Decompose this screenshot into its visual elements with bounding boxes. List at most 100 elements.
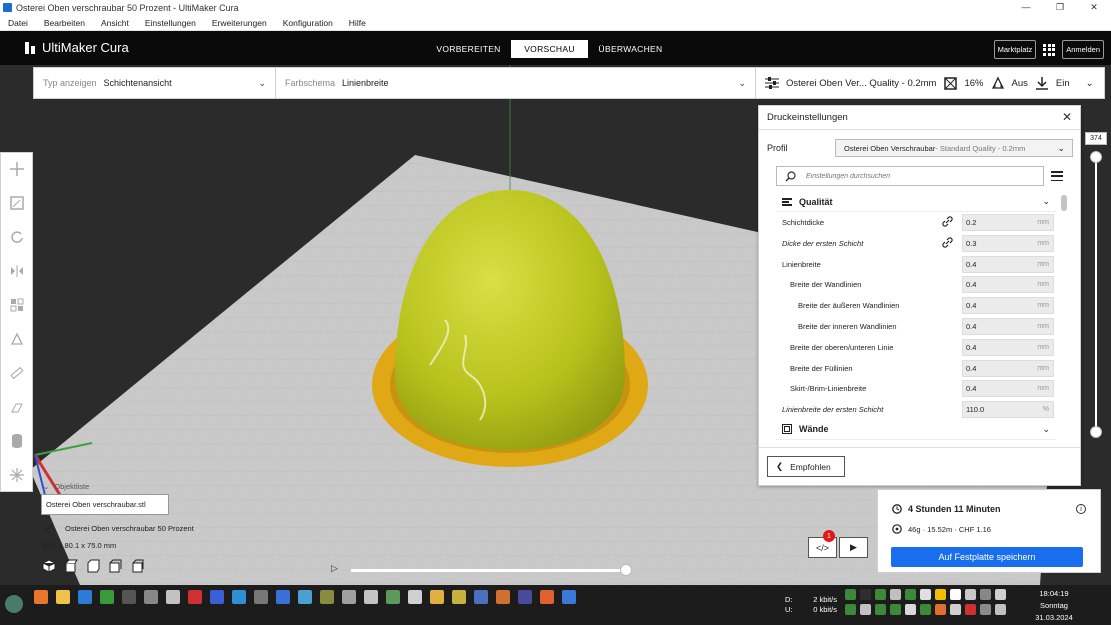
- taskbar-app-icon[interactable]: [56, 590, 70, 604]
- taskbar-app-icon[interactable]: [342, 590, 356, 604]
- gcode-button[interactable]: </> 1: [808, 530, 837, 558]
- view-front-icon[interactable]: [64, 559, 78, 573]
- settings-search-input[interactable]: [806, 172, 1006, 180]
- menu-konfiguration[interactable]: Konfiguration: [275, 18, 341, 28]
- profile-select[interactable]: Osterei Oben Verschraubar - Standard Qua…: [835, 139, 1073, 157]
- tray-icon[interactable]: [950, 604, 961, 615]
- taskbar-app-icon[interactable]: [320, 590, 334, 604]
- view-left-icon[interactable]: [108, 559, 122, 573]
- save-to-disk-button[interactable]: Auf Festplatte speichern: [891, 547, 1083, 567]
- start-icon[interactable]: [5, 595, 23, 613]
- path-slider-track[interactable]: [351, 569, 626, 572]
- taskbar-app-icon[interactable]: [452, 590, 466, 604]
- measure-icon[interactable]: [7, 363, 27, 383]
- tray-icon[interactable]: [950, 589, 961, 600]
- scale-tool-icon[interactable]: [7, 193, 27, 213]
- tray-icon[interactable]: [875, 589, 886, 600]
- support-blocker-icon[interactable]: [7, 329, 27, 349]
- paint-icon[interactable]: [7, 397, 27, 417]
- taskbar-clock[interactable]: 18:04:19 Sonntag 31.03.2024: [1031, 588, 1077, 624]
- play-icon[interactable]: ▷: [331, 563, 338, 574]
- setting-value-field[interactable]: 110.0%: [962, 401, 1054, 419]
- marketplace-button[interactable]: Marktplatz: [993, 40, 1037, 59]
- view-right-icon[interactable]: [130, 559, 144, 573]
- recommended-button[interactable]: ❮ Empfohlen: [767, 456, 845, 477]
- setting-value-field[interactable]: 0.4 mm: [962, 255, 1054, 273]
- tray-icon[interactable]: [890, 604, 901, 615]
- tray-icon[interactable]: [980, 589, 991, 600]
- arrange-icon[interactable]: [7, 465, 27, 485]
- category-walls[interactable]: Wände ⌄: [776, 420, 1056, 440]
- menu-hilfe[interactable]: Hilfe: [341, 18, 374, 28]
- tray-icon[interactable]: [980, 604, 991, 615]
- tray-icon[interactable]: [965, 604, 976, 615]
- setting-value-field[interactable]: 0.2 mm: [962, 214, 1054, 231]
- print-settings-summary[interactable]: Osterei Oben Ver... Quality - 0.2mm 16% …: [756, 68, 1104, 98]
- object-name-row[interactable]: Osterei Oben verschraubar 50 Prozent: [44, 523, 194, 533]
- setting-value-field[interactable]: 0.4 mm: [962, 380, 1054, 398]
- menu-erweiterungen[interactable]: Erweiterungen: [204, 18, 275, 28]
- category-quality[interactable]: Qualität ⌄: [776, 192, 1056, 212]
- minimize-icon[interactable]: —: [1009, 0, 1043, 15]
- taskbar-app-icon[interactable]: [122, 590, 136, 604]
- info-icon[interactable]: i: [1076, 504, 1086, 514]
- play-preview-button[interactable]: ▶: [839, 537, 868, 558]
- per-model-settings-icon[interactable]: [7, 295, 27, 315]
- tray-icon[interactable]: [995, 604, 1006, 615]
- taskbar-app-icon[interactable]: [496, 590, 510, 604]
- taskbar-app-icon[interactable]: [408, 590, 422, 604]
- close-icon[interactable]: ✕: [1077, 0, 1111, 15]
- tray-icon[interactable]: [920, 604, 931, 615]
- taskbar-app-icon[interactable]: [34, 590, 48, 604]
- tray-icon[interactable]: [935, 604, 946, 615]
- object-list-header[interactable]: ⌄ Objektliste: [43, 482, 89, 491]
- taskbar-app-icon[interactable]: [562, 590, 576, 604]
- taskbar-app-icon[interactable]: [100, 590, 114, 604]
- view-type-select[interactable]: Typ anzeigen Schichtenansicht ⌄: [34, 68, 276, 98]
- rotate-tool-icon[interactable]: [7, 227, 27, 247]
- taskbar-app-icon[interactable]: [276, 590, 290, 604]
- taskbar-app-icon[interactable]: [166, 590, 180, 604]
- mirror-tool-icon[interactable]: [7, 261, 27, 281]
- tab-vorbereiten[interactable]: VORBEREITEN: [430, 40, 507, 58]
- menu-ansicht[interactable]: Ansicht: [93, 18, 137, 28]
- tray-icon[interactable]: [905, 604, 916, 615]
- path-slider-handle[interactable]: [620, 564, 632, 576]
- setting-value-field[interactable]: 0.4 mm: [962, 276, 1054, 294]
- settings-menu-icon[interactable]: [1051, 171, 1063, 181]
- tray-icon[interactable]: [995, 589, 1006, 600]
- move-tool-icon[interactable]: [7, 159, 27, 179]
- tray-icon[interactable]: [920, 589, 931, 600]
- color-scheme-select[interactable]: Farbschema Linienbreite ⌄: [276, 68, 756, 98]
- taskbar-app-icon[interactable]: [188, 590, 202, 604]
- tray-icon[interactable]: [845, 604, 856, 615]
- tray-icon[interactable]: [905, 589, 916, 600]
- taskbar-app-icon[interactable]: [254, 590, 268, 604]
- taskbar-app-icon[interactable]: [232, 590, 246, 604]
- tray-icon[interactable]: [890, 589, 901, 600]
- layer-number-field[interactable]: 374: [1085, 132, 1107, 145]
- tray-icon[interactable]: [965, 589, 976, 600]
- tray-icon[interactable]: [860, 604, 871, 615]
- taskbar-app-icon[interactable]: [518, 590, 532, 604]
- menu-datei[interactable]: Datei: [0, 18, 36, 28]
- tray-icon[interactable]: [845, 589, 856, 600]
- setting-value-field[interactable]: 0.4 mm: [962, 317, 1054, 335]
- view-3d-icon[interactable]: [42, 559, 56, 573]
- link-icon[interactable]: [942, 216, 953, 227]
- setting-value-field[interactable]: 0.3 mm: [962, 234, 1054, 252]
- taskbar-app-icon[interactable]: [210, 590, 224, 604]
- signin-button[interactable]: Anmelden: [1062, 40, 1104, 59]
- settings-scrollbar[interactable]: [1061, 195, 1067, 211]
- layer-slider-track[interactable]: [1095, 156, 1097, 433]
- taskbar-app-icon[interactable]: [298, 590, 312, 604]
- apps-grid-icon[interactable]: [1043, 43, 1056, 56]
- menu-einstellungen[interactable]: Einstellungen: [137, 18, 204, 28]
- object-list-item[interactable]: Osterei Oben verschraubar.stl: [41, 494, 169, 515]
- taskbar-app-icon[interactable]: [364, 590, 378, 604]
- view-top-icon[interactable]: [86, 559, 100, 573]
- layer-slider-bottom-handle[interactable]: [1090, 426, 1102, 438]
- tray-icon[interactable]: [875, 604, 886, 615]
- menu-bearbeiten[interactable]: Bearbeiten: [36, 18, 93, 28]
- tab-ueberwachen[interactable]: ÜBERWACHEN: [592, 40, 669, 58]
